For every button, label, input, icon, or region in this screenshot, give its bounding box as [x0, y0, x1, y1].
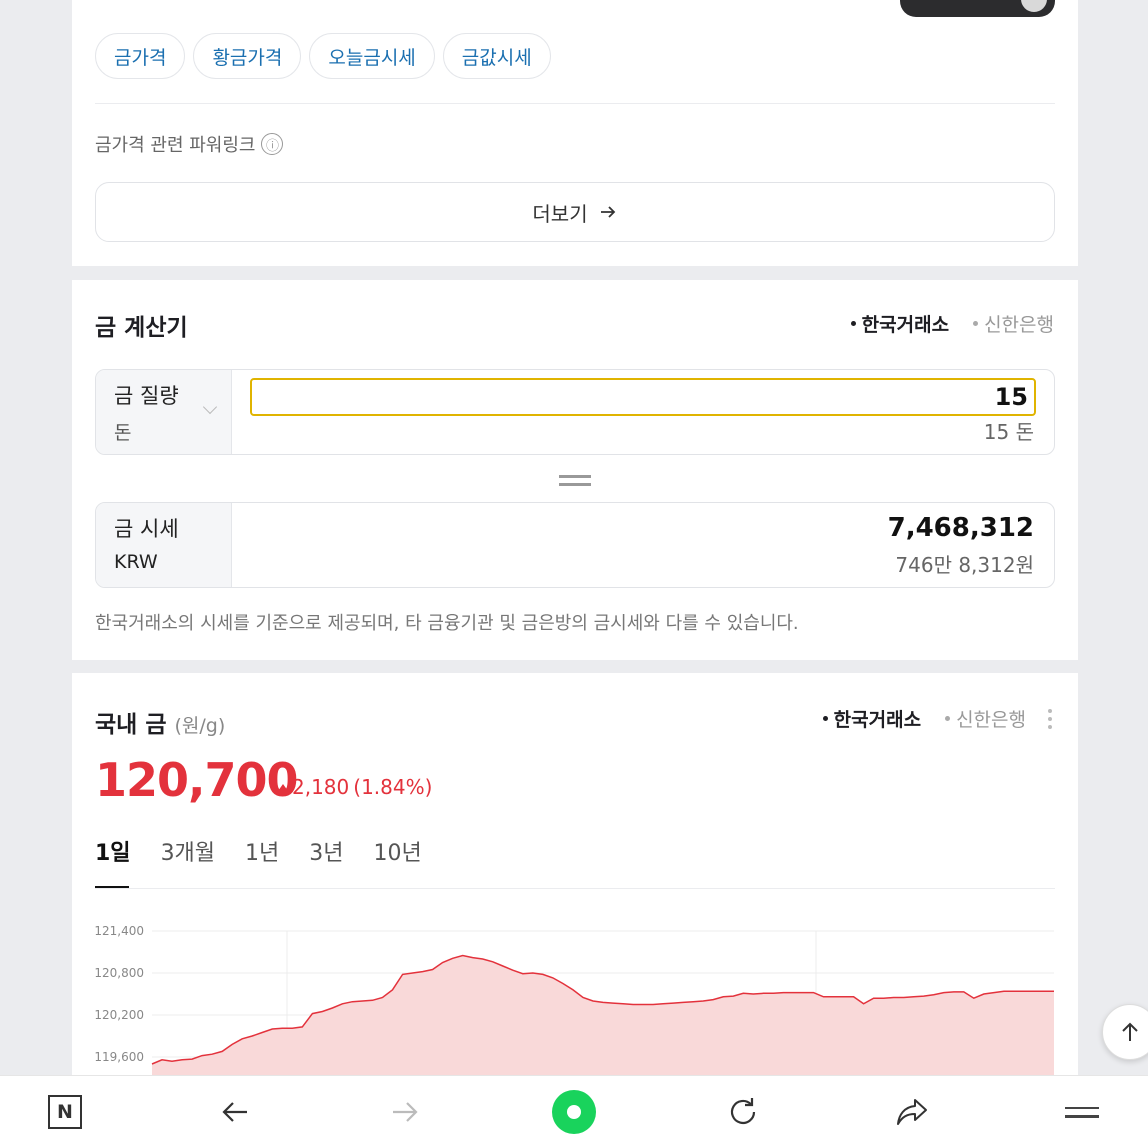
tab-3y[interactable]: 3년	[309, 835, 343, 867]
tab-1d[interactable]: 1일	[95, 835, 131, 867]
browser-bottom-bar: N	[0, 1075, 1148, 1148]
y-tick-label: 119,600	[94, 1050, 144, 1064]
tab-10y[interactable]: 10년	[374, 835, 422, 867]
period-tabs: 1일 3개월 1년 3년 10년	[95, 835, 422, 867]
naver-n-icon[interactable]: N	[47, 1094, 83, 1130]
related-search-card: 금가격 황금가격 오늘금시세 금값시세 금가격 관련 파워링크 ⓘ 더보기	[72, 0, 1078, 266]
domestic-gold-card: 국내 금 (원/g) 한국거래소 신한은행 120,700 2,180 (1.8…	[72, 673, 1078, 1093]
price-row: 금 시세 KRW 7,468,312 746만 8,312원	[95, 502, 1055, 588]
quantity-input[interactable]: 15	[250, 378, 1036, 416]
current-price: 120,700	[95, 753, 299, 807]
more-button[interactable]: 더보기	[95, 182, 1055, 242]
price-chart[interactable]: 121,400 120,800 120,200 119,600	[72, 913, 1078, 1093]
price-display: 746만 8,312원	[895, 553, 1034, 577]
arrow-up-icon	[1122, 1022, 1138, 1041]
y-tick-label: 120,800	[94, 966, 144, 980]
more-options-icon[interactable]	[1048, 709, 1052, 733]
price-value: 7,468,312	[887, 513, 1034, 543]
tab-3m[interactable]: 3개월	[161, 835, 215, 867]
quantity-row: 금 질량 돈 15 15 돈	[95, 369, 1055, 455]
arrow-right-icon	[600, 206, 615, 218]
price-change: 2,180 (1.84%)	[278, 775, 432, 799]
powerlink-label: 금가격 관련 파워링크 ⓘ	[95, 131, 284, 157]
calculator-disclaimer: 한국거래소의 시세를 기준으로 제공되며, 타 금융기관 및 금은방의 금시세와…	[95, 613, 799, 634]
more-button-label: 더보기	[532, 201, 588, 226]
chart-source-tabs: 한국거래소 신한은행	[822, 705, 1026, 732]
quantity-display: 15 돈	[983, 420, 1034, 444]
related-chip[interactable]: 황금가격	[193, 33, 302, 79]
back-arrow-icon[interactable]	[217, 1094, 253, 1130]
source-tab-krx[interactable]: 한국거래소	[850, 310, 949, 337]
up-triangle-icon	[278, 783, 288, 791]
related-chip[interactable]: 오늘금시세	[309, 33, 435, 79]
domestic-gold-unit: (원/g)	[174, 715, 226, 737]
refresh-icon[interactable]	[725, 1094, 761, 1130]
product-thumbnail[interactable]	[900, 0, 1055, 17]
powerlink-text: 금가격 관련 파워링크	[95, 135, 256, 156]
info-icon[interactable]: ⓘ	[261, 133, 284, 155]
quantity-unit: 돈	[114, 422, 132, 444]
source-tab-krx[interactable]: 한국거래소	[822, 705, 921, 732]
divider	[95, 888, 1055, 889]
share-icon[interactable]	[894, 1094, 930, 1130]
related-chip[interactable]: 금값시세	[442, 33, 551, 79]
divider	[95, 103, 1055, 104]
source-tab-shinhan[interactable]: 신한은행	[973, 310, 1054, 337]
menu-icon[interactable]	[1064, 1094, 1100, 1130]
calculator-title: 금 계산기	[95, 315, 188, 341]
price-currency: KRW	[114, 551, 158, 573]
related-chips: 금가격 황금가격 오늘금시세 금값시세	[95, 33, 551, 79]
price-label: 금 시세	[114, 517, 179, 541]
green-dot-icon[interactable]	[552, 1090, 596, 1134]
equals-icon	[559, 475, 591, 489]
change-percent: (1.84%)	[353, 775, 433, 799]
related-chip[interactable]: 금가격	[95, 33, 186, 79]
source-tab-shinhan[interactable]: 신한은행	[945, 705, 1026, 732]
change-amount: 2,180	[292, 775, 350, 799]
gold-calculator-card: 금 계산기 한국거래소 신한은행 금 질량 돈 15 15 돈 금 시세 KRW…	[72, 280, 1078, 660]
domestic-gold-title: 국내 금 (원/g)	[95, 712, 226, 738]
forward-arrow-icon[interactable]	[387, 1094, 423, 1130]
scroll-top-button[interactable]	[1102, 1004, 1148, 1060]
y-tick-label: 120,200	[94, 1008, 144, 1022]
tab-1y[interactable]: 1년	[245, 835, 279, 867]
y-tick-label: 121,400	[94, 924, 144, 938]
calculator-source-tabs: 한국거래소 신한은행	[850, 310, 1054, 337]
unit-selector[interactable]: 금 질량 돈	[96, 370, 232, 454]
price-label-cell: 금 시세 KRW	[96, 503, 232, 587]
